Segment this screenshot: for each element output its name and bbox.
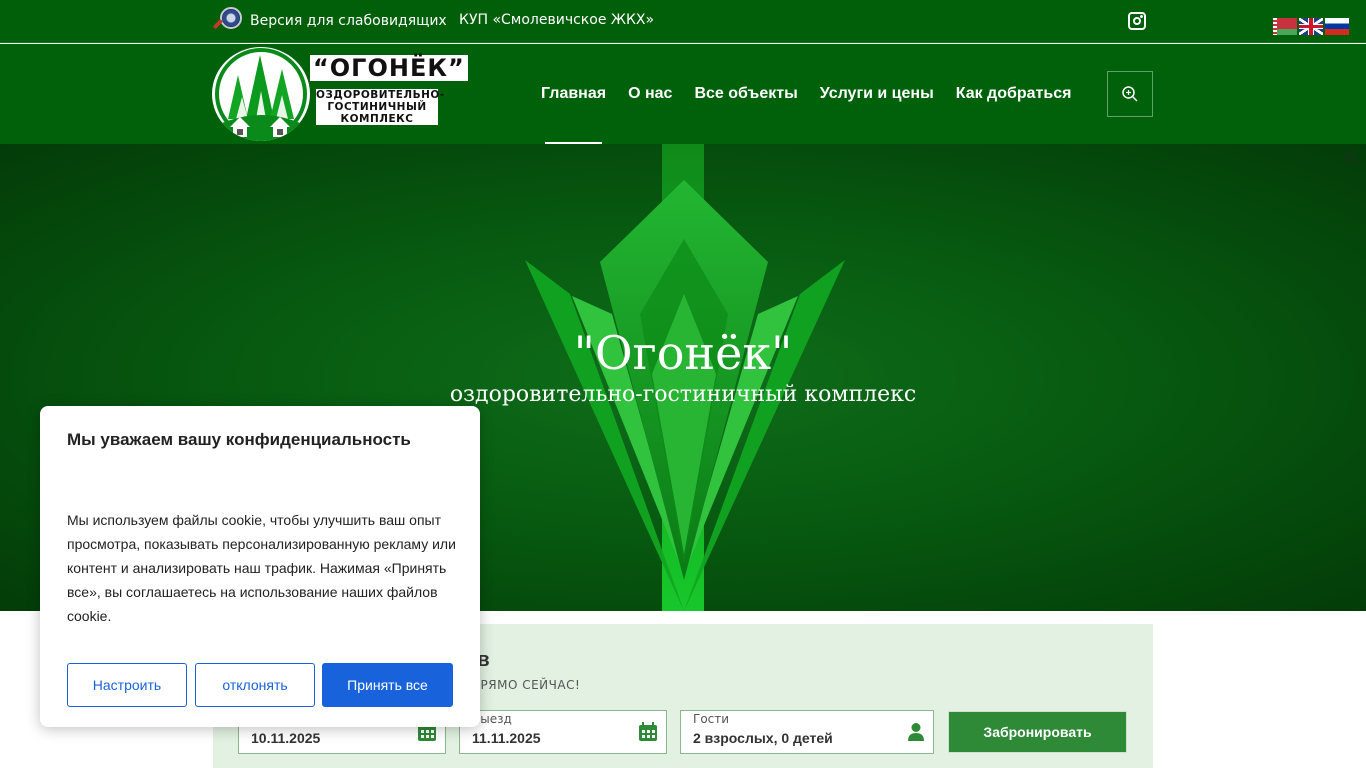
calendar-icon <box>639 722 657 741</box>
hero-subtitle: оздоровительно-гостиничный комплекс <box>449 382 917 407</box>
instagram-icon[interactable] <box>1128 12 1146 30</box>
organization-link[interactable]: КУП «Смолевичское ЖКХ» <box>459 12 654 28</box>
cookie-title: Мы уважаем вашу конфиденциальность <box>67 430 411 449</box>
hero-title: "Огонёк" <box>573 326 793 380</box>
guests-label: Гости <box>693 712 730 726</box>
book-button[interactable]: Забронировать <box>948 711 1127 753</box>
top-bar: Версия для слабовидящих КУП «Смолевичско… <box>0 0 1366 43</box>
checkout-value: 11.11.2025 <box>472 730 541 746</box>
site-logo[interactable]: “ОГОНЁК” ОЗДОРОВИТЕЛЬНО-ГОСТИНИЧНЫЙ КОМП… <box>212 47 468 141</box>
checkin-value: 10.11.2025 <box>251 730 321 746</box>
user-icon <box>908 723 924 741</box>
cookie-accept-button[interactable]: Принять все <box>322 663 453 707</box>
logo-brand-text: “ОГОНЁК” <box>310 55 468 81</box>
booking-subtitle: ПРЯМО СЕЙЧАС! <box>471 678 581 692</box>
language-switcher <box>1273 18 1349 35</box>
nav-item-services[interactable]: Услуги и цены <box>809 44 945 144</box>
flag-english-icon[interactable] <box>1299 18 1323 35</box>
logo-emblem <box>212 47 310 141</box>
logo-subtitle: ОЗДОРОВИТЕЛЬНО-ГОСТИНИЧНЫЙ КОМПЛЕКС <box>316 89 445 125</box>
guests-field[interactable]: Гости 2 взрослых, 0 детей <box>680 710 934 754</box>
nav-item-objects[interactable]: Все объекты <box>683 44 808 144</box>
nav-item-about[interactable]: О нас <box>617 44 683 144</box>
main-header: “ОГОНЁК” ОЗДОРОВИТЕЛЬНО-ГОСТИНИЧНЫЙ КОМП… <box>0 44 1366 144</box>
corner-dot <box>1343 150 1357 164</box>
low-vision-link[interactable]: Версия для слабовидящих <box>212 6 447 36</box>
search-icon <box>1122 86 1138 102</box>
main-navigation: Главная О нас Все объекты Услуги и цены … <box>530 44 1082 144</box>
search-button[interactable] <box>1107 71 1153 117</box>
cookie-body: Мы используем файлы cookie, чтобы улучши… <box>67 512 456 624</box>
cookie-reject-button[interactable]: отклонять <box>195 663 315 707</box>
magnifier-eye-icon <box>212 6 244 36</box>
flag-russia-icon[interactable] <box>1325 18 1349 35</box>
low-vision-label: Версия для слабовидящих <box>250 13 447 29</box>
nav-item-home[interactable]: Главная <box>530 44 617 144</box>
checkout-date-field[interactable]: Выезд 11.11.2025 <box>459 710 667 754</box>
guests-value: 2 взрослых, 0 детей <box>693 730 833 746</box>
cookie-consent-dialog: Мы уважаем вашу конфиденциальность Мы ис… <box>40 406 480 727</box>
cookie-customize-button[interactable]: Настроить <box>67 663 187 707</box>
flag-belarus-icon[interactable] <box>1273 18 1297 35</box>
nav-item-directions[interactable]: Как добраться <box>945 44 1083 144</box>
